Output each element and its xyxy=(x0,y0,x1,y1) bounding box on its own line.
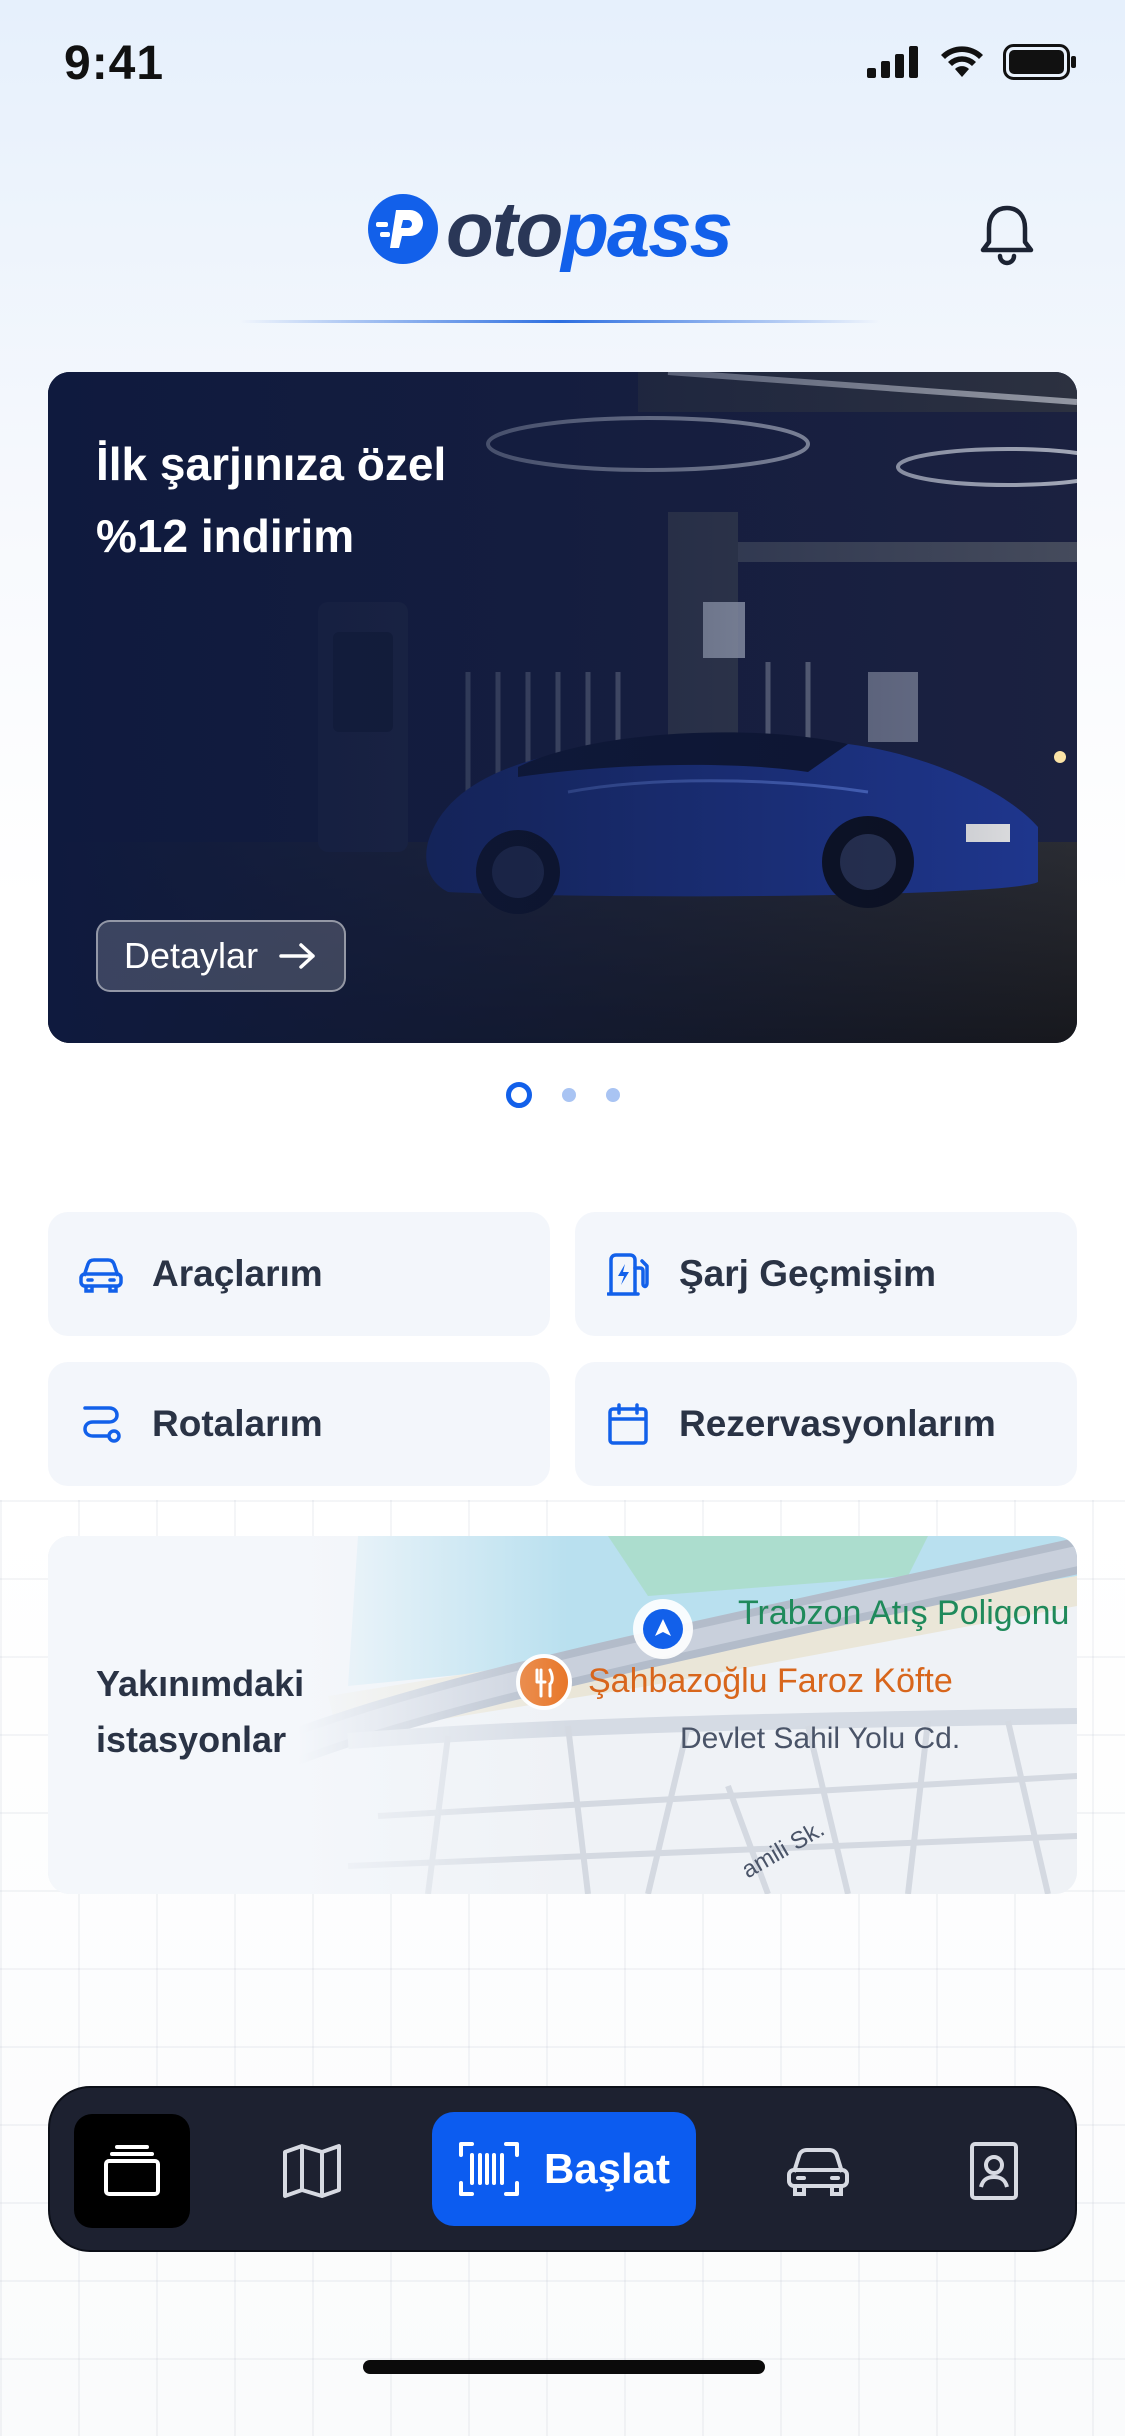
quick-action-routes[interactable]: Rotalarım xyxy=(48,1362,550,1486)
cards-icon xyxy=(104,2145,160,2196)
nav-map[interactable] xyxy=(254,2114,370,2228)
calendar-icon xyxy=(605,1401,651,1447)
map-icon xyxy=(283,2144,341,2198)
logo-oto: oto xyxy=(446,185,563,273)
nav-profile[interactable] xyxy=(936,2114,1052,2228)
start-button[interactable]: Başlat xyxy=(432,2112,696,2226)
home-indicator[interactable] xyxy=(363,2360,765,2374)
header-divider xyxy=(240,320,880,323)
nav-home[interactable] xyxy=(74,2114,190,2228)
nearby-stations-label: Yakınımdaki istasyonlar xyxy=(96,1656,356,1768)
quick-action-label: Rotalarım xyxy=(152,1403,323,1444)
map-label-road1: Devlet Sahil Yolu Cd. xyxy=(680,1722,961,1755)
quick-action-charge-history[interactable]: Şarj Geçmişim xyxy=(575,1212,1077,1336)
quick-action-reservations[interactable]: Rezervasyonlarım xyxy=(575,1362,1077,1486)
promo-banner[interactable]: İlk şarjınıza özel %12 indirim Detaylar xyxy=(48,372,1077,1043)
map-label-place2: Şahbazoğlu Faroz Köfte xyxy=(588,1662,953,1700)
app-header: otopass xyxy=(0,180,1125,330)
route-icon xyxy=(78,1401,124,1447)
logo-pass: pass xyxy=(561,185,733,273)
nav-vehicles[interactable] xyxy=(760,2114,876,2228)
car-icon xyxy=(78,1251,124,1297)
banner-title-line1: İlk şarjınıza özel xyxy=(96,438,447,490)
arrow-right-icon xyxy=(279,943,315,969)
status-icons xyxy=(867,44,1077,80)
nearby-label-line2: istasyonlar xyxy=(96,1719,287,1760)
quick-action-label: Şarj Geçmişim xyxy=(679,1253,937,1294)
cellular-signal-icon xyxy=(867,46,918,78)
quick-action-label: Rezervasyonlarım xyxy=(679,1403,996,1444)
logo-mark-icon xyxy=(368,194,438,264)
battery-icon xyxy=(1003,44,1076,80)
wifi-icon xyxy=(941,46,983,77)
quick-action-vehicles[interactable]: Araçlarım xyxy=(48,1212,550,1336)
profile-card-icon xyxy=(970,2142,1018,2200)
carousel-dot-3[interactable] xyxy=(605,1088,620,1102)
bell-icon[interactable] xyxy=(971,198,1043,270)
nearby-stations-card[interactable]: Trabzon Atış Poligonu Şahbazoğlu Faroz K… xyxy=(48,1536,1077,1894)
details-button[interactable]: Detaylar xyxy=(96,920,347,992)
banner-title-line2: %12 indirim xyxy=(96,510,355,562)
barcode-icon xyxy=(458,2142,519,2196)
status-bar: 9:41 xyxy=(0,0,1125,140)
nearby-label-line1: Yakınımdaki xyxy=(96,1663,305,1704)
details-button-label: Detaylar xyxy=(124,935,259,976)
car-icon xyxy=(787,2148,849,2196)
otopass-logo: otopass xyxy=(366,190,733,268)
logo-wordmark: otopass xyxy=(446,190,733,268)
start-button-label: Başlat xyxy=(543,2145,671,2192)
carousel-dot-1[interactable] xyxy=(505,1082,532,1108)
carousel-dots xyxy=(0,1082,1125,1108)
banner-title: İlk şarjınıza özel %12 indirim xyxy=(96,428,656,572)
carousel-dot-2[interactable] xyxy=(561,1088,576,1102)
map-label-place1: Trabzon Atış Poligonu xyxy=(738,1594,1070,1632)
bottom-nav-bar: Başlat xyxy=(48,2086,1077,2252)
quick-action-label: Araçlarım xyxy=(152,1253,323,1294)
fuel-station-icon xyxy=(605,1251,651,1297)
status-time: 9:41 xyxy=(64,37,165,90)
